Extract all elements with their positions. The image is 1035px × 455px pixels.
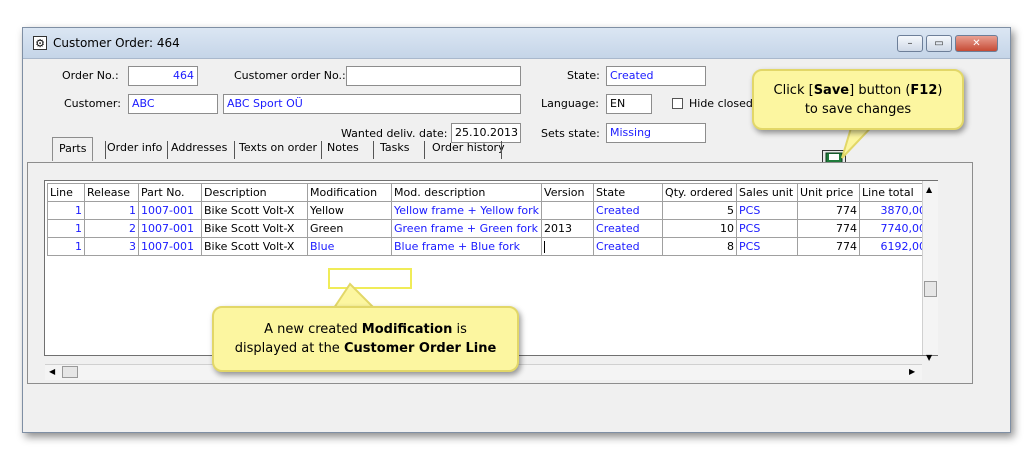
cell-line[interactable]: 1	[47, 201, 85, 220]
save-callout-line2: to save changes	[804, 102, 912, 117]
order-no-label: Order No.:	[62, 69, 119, 82]
sets-state-label: Sets state:	[541, 127, 600, 140]
cell-sales-unit[interactable]: PCS	[736, 237, 799, 256]
cell-version[interactable]	[541, 201, 595, 220]
cell-modification[interactable]: Blue	[307, 237, 392, 256]
scroll-down-icon[interactable]: ▼	[926, 353, 932, 362]
customer-name-field[interactable]: ABC Sport OÜ	[223, 94, 521, 114]
cell-release[interactable]: 2	[84, 219, 139, 238]
customer-code-field[interactable]: ABC	[128, 94, 218, 114]
cell-release[interactable]: 1	[84, 201, 139, 220]
tab-order-info[interactable]: Order info	[107, 141, 162, 154]
save-callout: Click [Save] button (F12) to save change…	[752, 69, 964, 130]
cell-unit-price[interactable]: 774	[797, 219, 861, 238]
tab-addresses[interactable]: Addresses	[171, 141, 227, 154]
table-row[interactable]: 1 2 1007-001 Bike Scott Volt-X Green Gre…	[47, 219, 930, 238]
customer-order-no-label: Customer order No.:	[234, 69, 346, 82]
cell-line-total[interactable]: 3870,00	[859, 201, 930, 220]
close-button[interactable]: ✕	[955, 35, 998, 52]
sets-state-field[interactable]: Missing	[606, 123, 706, 143]
table-row[interactable]: 1 1 1007-001 Bike Scott Volt-X Yellow Ye…	[47, 201, 930, 220]
tab-tasks[interactable]: Tasks	[380, 141, 409, 154]
column-header[interactable]: Qty. ordered	[662, 183, 738, 202]
tab-texts-on-order[interactable]: Texts on order	[239, 141, 317, 154]
scroll-up-icon[interactable]: ▲	[926, 185, 932, 194]
cell-line-total[interactable]: 7740,00	[859, 219, 930, 238]
scroll-left-icon[interactable]: ◀	[49, 367, 55, 376]
tab-parts[interactable]: Parts	[52, 137, 94, 161]
cell-qty[interactable]: 5	[662, 201, 738, 220]
cell-part-no[interactable]: 1007-001	[138, 201, 202, 220]
cell-description[interactable]: Bike Scott Volt-X	[201, 201, 308, 220]
order-no-field[interactable]: 464	[128, 66, 198, 86]
save-callout-line1: Click [Save] button (F12)	[773, 83, 943, 98]
language-label: Language:	[541, 97, 599, 110]
grid-header-row: Line Release Part No. Description Modifi…	[47, 183, 930, 202]
modification-callout-line1: A new created Modification is	[264, 322, 467, 337]
column-header[interactable]: Release	[84, 183, 139, 202]
modification-callout: A new created Modification is displayed …	[212, 306, 519, 372]
cell-modification[interactable]: Green	[307, 219, 392, 238]
cell-mod-description[interactable]: Blue frame + Blue fork	[390, 237, 543, 256]
cell-sales-unit[interactable]: PCS	[736, 201, 799, 220]
cell-qty[interactable]: 10	[662, 219, 738, 238]
column-header[interactable]: Line	[47, 183, 85, 202]
cell-description[interactable]: Bike Scott Volt-X	[201, 237, 308, 256]
cell-part-no[interactable]: 1007-001	[138, 219, 202, 238]
tab-notes[interactable]: Notes	[327, 141, 359, 154]
cell-line[interactable]: 1	[47, 237, 85, 256]
state-label: State:	[567, 69, 600, 82]
cell-state[interactable]: Created	[593, 237, 664, 256]
window-title: Customer Order: 464	[53, 36, 180, 50]
cell-release[interactable]: 3	[84, 237, 139, 256]
cell-state[interactable]: Created	[593, 201, 664, 220]
column-header[interactable]: Part No.	[138, 183, 202, 202]
column-header[interactable]: Unit price	[797, 183, 861, 202]
column-header[interactable]: Modification	[307, 183, 392, 202]
cell-mod-description[interactable]: Yellow frame + Yellow fork	[390, 201, 543, 220]
cell-part-no[interactable]: 1007-001	[138, 237, 202, 256]
cell-version[interactable]: 2013	[541, 219, 595, 238]
column-header[interactable]: Sales unit	[736, 183, 799, 202]
cell-line[interactable]: 1	[47, 219, 85, 238]
scroll-thumb-horizontal[interactable]	[62, 366, 78, 378]
column-header[interactable]: Description	[201, 183, 308, 202]
wanted-date-label: Wanted deliv. date:	[341, 127, 448, 140]
customer-label: Customer:	[64, 97, 121, 110]
hide-closed-checkbox[interactable]	[672, 98, 683, 109]
cell-line-total[interactable]: 6192,00	[859, 237, 930, 256]
state-field[interactable]: Created	[606, 66, 706, 86]
text-caret	[544, 241, 546, 253]
language-field[interactable]: EN	[606, 94, 652, 114]
modification-callout-line2: displayed at the Customer Order Line	[234, 341, 497, 356]
table-row[interactable]: 1 3 1007-001 Bike Scott Volt-X Blue Blue…	[47, 237, 930, 256]
vertical-scrollbar[interactable]: ▲ ▼	[922, 181, 938, 362]
cell-qty[interactable]: 8	[662, 237, 738, 256]
column-header[interactable]: State	[593, 183, 664, 202]
cell-sales-unit[interactable]: PCS	[736, 219, 799, 238]
cell-modification[interactable]: Yellow	[307, 201, 392, 220]
cell-unit-price[interactable]: 774	[797, 237, 861, 256]
column-header[interactable]: Line total	[859, 183, 930, 202]
scroll-right-icon[interactable]: ▶	[909, 367, 915, 376]
scroll-thumb[interactable]	[924, 281, 937, 297]
minimize-button[interactable]: –	[897, 35, 923, 52]
gear-icon: ⚙	[33, 36, 47, 50]
customer-order-no-field[interactable]	[346, 66, 521, 86]
wanted-date-field[interactable]: 25.10.2013	[451, 123, 521, 143]
column-header[interactable]: Version	[541, 183, 595, 202]
tab-order-history[interactable]: Order history	[432, 141, 505, 154]
cell-description[interactable]: Bike Scott Volt-X	[201, 219, 308, 238]
hide-closed-label: Hide closed	[689, 97, 753, 110]
maximize-button[interactable]: ▭	[926, 35, 952, 52]
cell-unit-price[interactable]: 774	[797, 201, 861, 220]
cell-mod-description[interactable]: Green frame + Green fork	[390, 219, 543, 238]
cell-state[interactable]: Created	[593, 219, 664, 238]
parts-table: Line Release Part No. Description Modifi…	[47, 183, 930, 256]
cell-version[interactable]	[541, 237, 595, 256]
column-header[interactable]: Mod. description	[390, 183, 543, 202]
title-bar: ⚙ Customer Order: 464 – ▭ ✕	[23, 28, 1010, 59]
